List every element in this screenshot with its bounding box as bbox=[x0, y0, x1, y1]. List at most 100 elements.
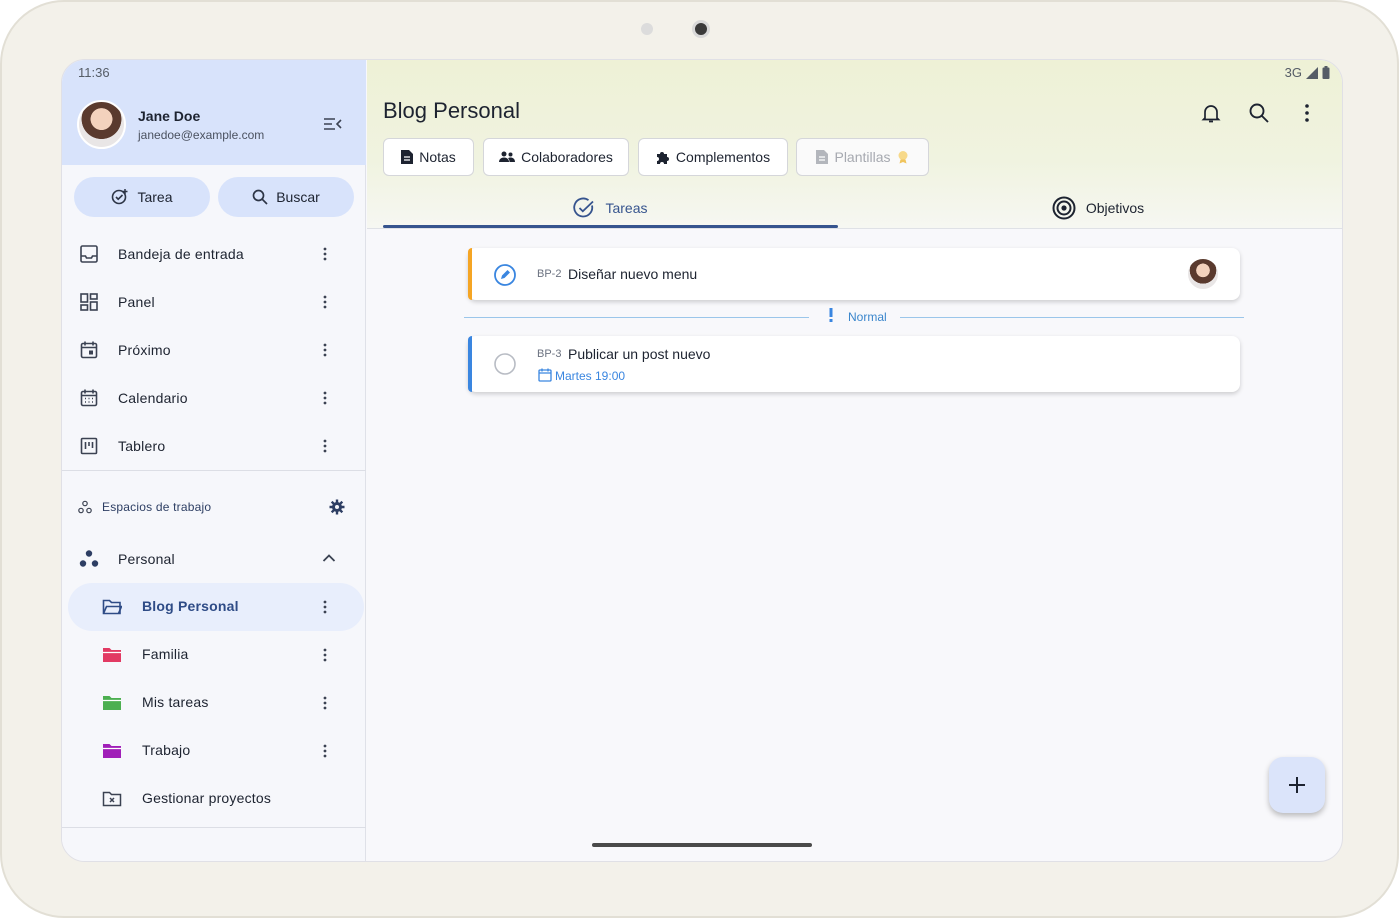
in-progress-icon[interactable] bbox=[493, 263, 517, 287]
more-options-icon[interactable] bbox=[321, 341, 329, 359]
chip-colaboradores[interactable]: Colaboradores bbox=[483, 138, 629, 176]
nav-item-panel[interactable]: Panel bbox=[62, 278, 366, 326]
nav-label: Panel bbox=[118, 294, 155, 310]
task-add-icon bbox=[112, 189, 128, 205]
task-title: Publicar un post nuevo bbox=[568, 346, 711, 362]
search-button[interactable]: Buscar bbox=[218, 177, 354, 217]
calendar-today-icon bbox=[80, 341, 98, 359]
status-time: 11:36 bbox=[78, 65, 110, 80]
user-email: janedoe@example.com bbox=[138, 128, 265, 142]
active-tab-indicator bbox=[383, 225, 838, 228]
task-due: Martes 19:00 bbox=[555, 369, 626, 383]
assignee-avatar[interactable] bbox=[1186, 257, 1220, 291]
project-label: Mis tareas bbox=[142, 694, 209, 710]
front-camera bbox=[692, 20, 710, 38]
nav-item-upcoming[interactable]: Próximo bbox=[62, 326, 366, 374]
target-icon bbox=[1052, 196, 1076, 220]
search-label: Buscar bbox=[276, 189, 320, 205]
task-card[interactable]: BP-3 Publicar un post nuevo Martes 19:00 bbox=[468, 336, 1240, 392]
search-icon bbox=[252, 189, 268, 205]
more-options-icon[interactable] bbox=[321, 293, 329, 311]
more-options-icon[interactable] bbox=[321, 437, 329, 455]
template-icon bbox=[816, 150, 829, 164]
tablet-frame: 11:36 Jane Doe janedoe@example.com Tarea bbox=[0, 0, 1399, 918]
group-dots-icon bbox=[79, 550, 99, 567]
people-icon bbox=[499, 151, 516, 162]
document-icon bbox=[401, 150, 414, 164]
group-divider-left bbox=[464, 317, 809, 318]
nav-item-inbox[interactable]: Bandeja de entrada bbox=[62, 230, 366, 278]
group-divider-right bbox=[900, 317, 1244, 318]
project-label: Trabajo bbox=[142, 742, 191, 758]
nav-label: Bandeja de entrada bbox=[118, 246, 244, 262]
nav-item-calendar[interactable]: Calendario bbox=[62, 374, 366, 422]
workspace-group-personal[interactable]: Personal bbox=[62, 535, 366, 583]
calendar-repeat-icon bbox=[538, 368, 552, 382]
more-vert-icon[interactable] bbox=[1296, 102, 1318, 124]
more-options-icon[interactable] bbox=[321, 742, 329, 760]
chip-plantillas[interactable]: Plantillas bbox=[796, 138, 929, 176]
nav-label: Próximo bbox=[118, 342, 171, 358]
tab-label: Tareas bbox=[605, 200, 648, 216]
workspaces-label: Espacios de trabajo bbox=[102, 500, 212, 514]
divider bbox=[62, 827, 366, 828]
page-title: Blog Personal bbox=[383, 98, 520, 123]
tab-objetivos[interactable]: Objetivos bbox=[867, 188, 1329, 228]
calendar-month-icon bbox=[80, 389, 98, 407]
tab-tareas[interactable]: Tareas bbox=[383, 188, 838, 228]
avatar[interactable] bbox=[77, 100, 126, 149]
sidebar: 11:36 Jane Doe janedoe@example.com Tarea bbox=[62, 60, 366, 861]
chip-label: Notas bbox=[419, 149, 456, 165]
more-options-icon[interactable] bbox=[321, 694, 329, 712]
project-mis-tareas[interactable]: Mis tareas bbox=[62, 679, 366, 727]
new-task-button[interactable]: Tarea bbox=[74, 177, 210, 217]
workspace-group-label: Personal bbox=[118, 551, 175, 567]
workspaces-header: Espacios de trabajo bbox=[78, 496, 350, 518]
manage-projects-label: Gestionar proyectos bbox=[142, 790, 272, 806]
more-options-icon[interactable] bbox=[321, 646, 329, 664]
add-task-fab[interactable] bbox=[1269, 757, 1325, 813]
task-code: BP-3 bbox=[537, 348, 562, 360]
chevron-up-icon[interactable] bbox=[322, 553, 336, 563]
workspaces-icon bbox=[78, 500, 92, 514]
new-task-label: Tarea bbox=[137, 189, 173, 205]
settings-gear-icon[interactable] bbox=[329, 499, 345, 515]
search-icon[interactable] bbox=[1248, 102, 1270, 124]
task-code: BP-2 bbox=[537, 268, 562, 280]
nav-label: Calendario bbox=[118, 390, 188, 406]
manage-projects[interactable]: Gestionar proyectos bbox=[62, 775, 366, 823]
sidebar-header: 11:36 Jane Doe janedoe@example.com bbox=[62, 60, 366, 165]
project-header: 3G Blog Personal Notas Colaboradores Com… bbox=[367, 60, 1342, 229]
folder-icon bbox=[103, 744, 121, 758]
chip-notas[interactable]: Notas bbox=[383, 138, 474, 176]
bell-icon[interactable] bbox=[1200, 102, 1222, 124]
nav-item-board[interactable]: Tablero bbox=[62, 422, 366, 470]
folder-manage-icon bbox=[102, 791, 122, 807]
main-content: 3G Blog Personal Notas Colaboradores Com… bbox=[367, 60, 1342, 861]
project-blog-personal[interactable]: Blog Personal bbox=[68, 583, 364, 631]
more-options-icon[interactable] bbox=[321, 245, 329, 263]
inbox-icon bbox=[80, 245, 98, 263]
task-accent-bar bbox=[468, 336, 472, 392]
folder-icon bbox=[103, 648, 121, 662]
premium-badge-icon bbox=[898, 151, 908, 164]
board-icon bbox=[80, 437, 98, 455]
status-bar-right: 3G bbox=[1285, 65, 1330, 80]
puzzle-icon bbox=[656, 152, 669, 164]
task-card[interactable]: BP-2 Diseñar nuevo menu bbox=[468, 248, 1240, 300]
dashboard-icon bbox=[80, 293, 98, 311]
network-type: 3G bbox=[1284, 65, 1302, 80]
chip-label: Plantillas bbox=[834, 149, 891, 165]
more-options-icon[interactable] bbox=[321, 389, 329, 407]
project-familia[interactable]: Familia bbox=[62, 631, 366, 679]
more-options-icon[interactable] bbox=[321, 598, 329, 616]
checkbox-circle-icon[interactable] bbox=[493, 352, 517, 376]
nav-label: Tablero bbox=[118, 438, 166, 454]
screen: 11:36 Jane Doe janedoe@example.com Tarea bbox=[61, 59, 1343, 862]
chip-complementos[interactable]: Complementos bbox=[638, 138, 788, 176]
project-label: Blog Personal bbox=[142, 598, 239, 614]
tab-label: Objetivos bbox=[1085, 200, 1145, 216]
collapse-menu-icon[interactable] bbox=[323, 116, 343, 132]
sensor bbox=[641, 23, 653, 35]
project-trabajo[interactable]: Trabajo bbox=[62, 727, 366, 775]
